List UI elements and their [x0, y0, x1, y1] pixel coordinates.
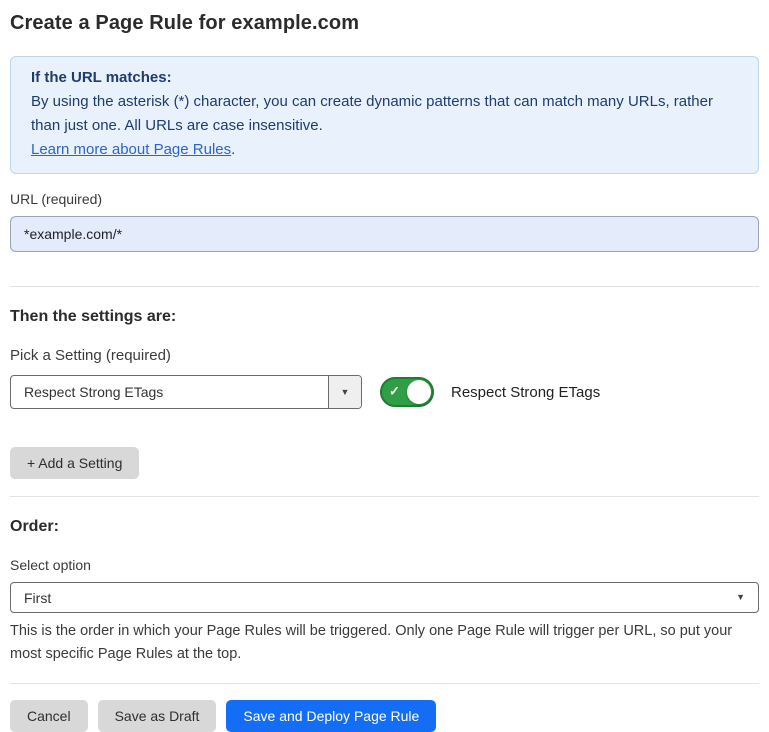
order-select-label: Select option: [10, 557, 759, 573]
url-match-info-box: If the URL matches: By using the asteris…: [10, 56, 759, 174]
page-title: Create a Page Rule for example.com: [10, 12, 759, 35]
url-input[interactable]: [10, 216, 759, 252]
url-field-label: URL (required): [10, 191, 759, 207]
footer-divider: [10, 683, 759, 684]
footer-actions: Cancel Save as Draft Save and Deploy Pag…: [10, 700, 759, 732]
section-divider: [10, 496, 759, 497]
order-help-text: This is the order in which your Page Rul…: [10, 620, 750, 666]
learn-more-link[interactable]: Learn more about Page Rules: [31, 141, 231, 158]
check-icon: ✓: [389, 384, 400, 400]
setting-select[interactable]: Respect Strong ETags ▼: [10, 375, 362, 409]
add-setting-button[interactable]: + Add a Setting: [10, 447, 139, 479]
cancel-button[interactable]: Cancel: [10, 700, 88, 732]
order-section-heading: Order:: [10, 518, 759, 536]
toggle-knob: [407, 380, 431, 404]
settings-section-heading: Then the settings are:: [10, 308, 759, 326]
info-box-link-line: Learn more about Page Rules.: [31, 138, 738, 162]
link-suffix: .: [231, 141, 235, 158]
info-box-body: By using the asterisk (*) character, you…: [31, 90, 738, 138]
chevron-down-icon: ▼: [341, 388, 350, 397]
setting-row: Respect Strong ETags ▼ ✓ Respect Strong …: [10, 375, 759, 409]
save-draft-button[interactable]: Save as Draft: [98, 700, 217, 732]
setting-toggle[interactable]: ✓: [380, 377, 434, 407]
section-divider: [10, 286, 759, 287]
chevron-down-icon: ▼: [736, 593, 745, 602]
setting-toggle-label: Respect Strong ETags: [451, 384, 600, 401]
pick-setting-label: Pick a Setting (required): [10, 347, 759, 364]
order-select-value: First: [24, 590, 736, 606]
info-box-heading: If the URL matches:: [31, 66, 738, 90]
save-deploy-button[interactable]: Save and Deploy Page Rule: [226, 700, 436, 732]
page-rule-form: Create a Page Rule for example.com If th…: [0, 12, 769, 732]
setting-select-value: Respect Strong ETags: [11, 376, 328, 408]
setting-select-arrow-button[interactable]: ▼: [328, 376, 361, 408]
order-select[interactable]: First ▼: [10, 582, 759, 613]
